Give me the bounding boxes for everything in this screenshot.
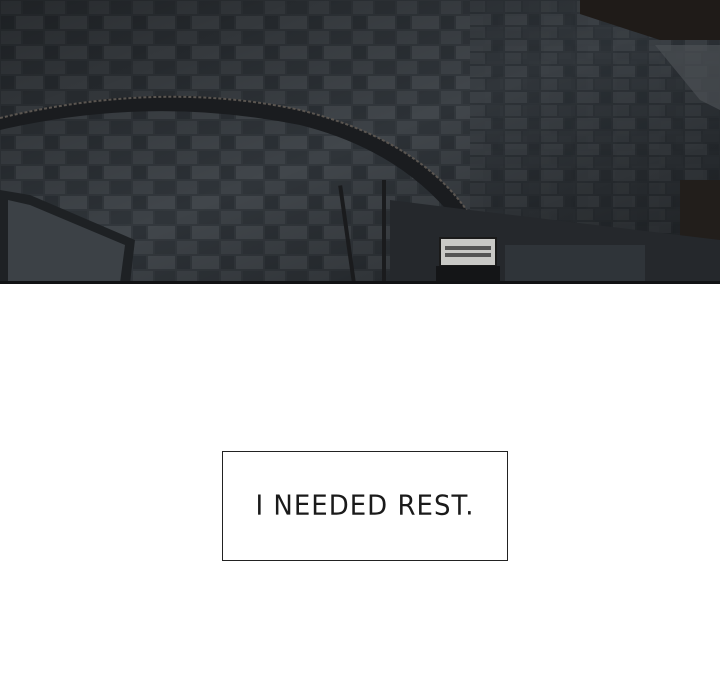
courtyard-illustration bbox=[0, 0, 720, 283]
narration-caption-box: I NEEDED REST. bbox=[222, 451, 508, 561]
narration-caption-text: I NEEDED REST. bbox=[255, 490, 475, 522]
panel-bottom-border bbox=[0, 281, 720, 284]
comic-page: I NEEDED REST. bbox=[0, 0, 720, 700]
courtyard-panel-image bbox=[0, 0, 720, 283]
